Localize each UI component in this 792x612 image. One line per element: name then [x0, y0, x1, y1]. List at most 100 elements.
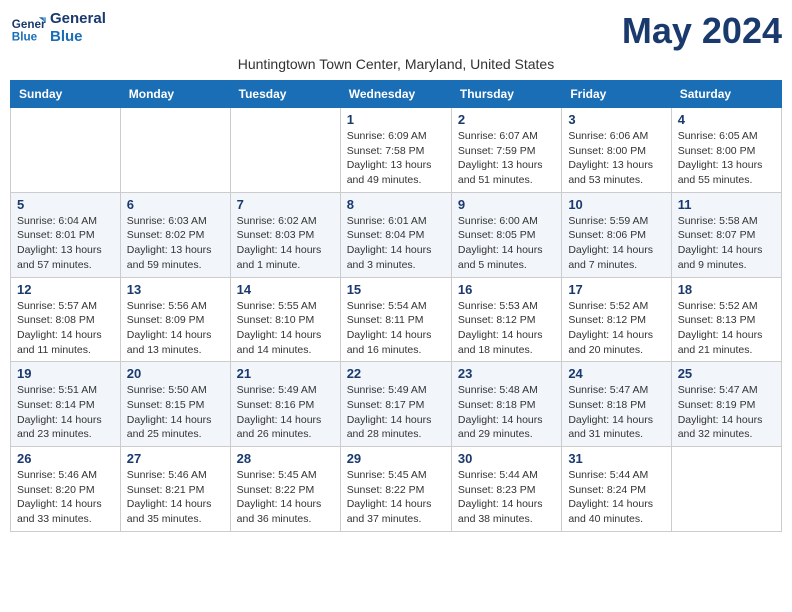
day-number: 6	[127, 197, 224, 212]
day-info: Sunrise: 5:49 AMSunset: 8:17 PMDaylight:…	[347, 383, 445, 442]
day-number: 24	[568, 366, 664, 381]
day-info: Sunrise: 5:53 AMSunset: 8:12 PMDaylight:…	[458, 299, 555, 358]
calendar-cell: 12Sunrise: 5:57 AMSunset: 8:08 PMDayligh…	[11, 277, 121, 362]
day-number: 16	[458, 282, 555, 297]
calendar-week-row: 19 Sunrise: 5:51 AMSunset: 8:14 PMDayligh…	[11, 362, 782, 447]
day-info: Sunrise: 5:47 AMSunset: 8:18 PMDaylight:…	[568, 383, 664, 442]
weekday-header-friday: Friday	[562, 81, 671, 108]
day-info: Sunrise: 5:57 AMSunset: 8:08 PMDaylight:…	[17, 299, 114, 358]
weekday-header-row: SundayMondayTuesdayWednesdayThursdayFrid…	[11, 81, 782, 108]
day-number: 4	[678, 112, 775, 127]
calendar-cell: 11 Sunrise: 5:58 AMSunset: 8:07 PMDayligh…	[671, 192, 781, 277]
day-info: Sunrise: 5:44 AMSunset: 8:23 PMDaylight:…	[458, 468, 555, 527]
calendar-cell: 6 Sunrise: 6:03 AMSunset: 8:02 PMDaylight…	[120, 192, 230, 277]
day-number: 30	[458, 451, 555, 466]
calendar-cell: 24 Sunrise: 5:47 AMSunset: 8:18 PMDayligh…	[562, 362, 671, 447]
day-number: 25	[678, 366, 775, 381]
weekday-header-monday: Monday	[120, 81, 230, 108]
day-number: 29	[347, 451, 445, 466]
calendar-cell: 8Sunrise: 6:01 AMSunset: 8:04 PMDaylight…	[340, 192, 451, 277]
calendar-cell: 5 Sunrise: 6:04 AMSunset: 8:01 PMDaylight…	[11, 192, 121, 277]
day-number: 18	[678, 282, 775, 297]
calendar-cell: 30 Sunrise: 5:44 AMSunset: 8:23 PMDayligh…	[451, 447, 561, 532]
day-info: Sunrise: 5:47 AMSunset: 8:19 PMDaylight:…	[678, 383, 775, 442]
svg-text:General: General	[12, 18, 46, 31]
day-info: Sunrise: 6:02 AMSunset: 8:03 PMDaylight:…	[237, 214, 334, 273]
day-number: 26	[17, 451, 114, 466]
day-number: 2	[458, 112, 555, 127]
weekday-header-wednesday: Wednesday	[340, 81, 451, 108]
day-info: Sunrise: 5:50 AMSunset: 8:15 PMDaylight:…	[127, 383, 224, 442]
day-info: Sunrise: 6:04 AMSunset: 8:01 PMDaylight:…	[17, 214, 114, 273]
calendar-cell	[120, 108, 230, 193]
calendar-cell: 26Sunrise: 5:46 AMSunset: 8:20 PMDayligh…	[11, 447, 121, 532]
day-number: 1	[347, 112, 445, 127]
calendar-cell: 25 Sunrise: 5:47 AMSunset: 8:19 PMDayligh…	[671, 362, 781, 447]
day-info: Sunrise: 6:03 AMSunset: 8:02 PMDaylight:…	[127, 214, 224, 273]
calendar-cell: 18 Sunrise: 5:52 AMSunset: 8:13 PMDayligh…	[671, 277, 781, 362]
day-info: Sunrise: 5:46 AMSunset: 8:21 PMDaylight:…	[127, 468, 224, 527]
calendar-body: 1 Sunrise: 6:09 AMSunset: 7:58 PMDaylight…	[11, 108, 782, 532]
day-number: 9	[458, 197, 555, 212]
calendar-cell: 4 Sunrise: 6:05 AMSunset: 8:00 PMDaylight…	[671, 108, 781, 193]
day-number: 10	[568, 197, 664, 212]
calendar-cell: 22 Sunrise: 5:49 AMSunset: 8:17 PMDayligh…	[340, 362, 451, 447]
day-number: 19	[17, 366, 114, 381]
calendar-cell	[11, 108, 121, 193]
calendar-cell: 31 Sunrise: 5:44 AMSunset: 8:24 PMDayligh…	[562, 447, 671, 532]
day-info: Sunrise: 5:44 AMSunset: 8:24 PMDaylight:…	[568, 468, 664, 527]
day-info: Sunrise: 6:06 AMSunset: 8:00 PMDaylight:…	[568, 129, 664, 188]
day-number: 28	[237, 451, 334, 466]
day-info: Sunrise: 6:09 AMSunset: 7:58 PMDaylight:…	[347, 129, 445, 188]
day-info: Sunrise: 6:05 AMSunset: 8:00 PMDaylight:…	[678, 129, 775, 188]
calendar-cell: 7Sunrise: 6:02 AMSunset: 8:03 PMDaylight…	[230, 192, 340, 277]
day-number: 21	[237, 366, 334, 381]
day-info: Sunrise: 5:56 AMSunset: 8:09 PMDaylight:…	[127, 299, 224, 358]
calendar-cell: 29 Sunrise: 5:45 AMSunset: 8:22 PMDayligh…	[340, 447, 451, 532]
calendar-cell: 3 Sunrise: 6:06 AMSunset: 8:00 PMDaylight…	[562, 108, 671, 193]
day-info: Sunrise: 6:01 AMSunset: 8:04 PMDaylight:…	[347, 214, 445, 273]
weekday-header-thursday: Thursday	[451, 81, 561, 108]
calendar-week-row: 26Sunrise: 5:46 AMSunset: 8:20 PMDayligh…	[11, 447, 782, 532]
day-number: 31	[568, 451, 664, 466]
day-info: Sunrise: 5:58 AMSunset: 8:07 PMDaylight:…	[678, 214, 775, 273]
logo-icon: General Blue	[10, 10, 46, 46]
day-info: Sunrise: 5:51 AMSunset: 8:14 PMDaylight:…	[17, 383, 114, 442]
calendar-cell: 19 Sunrise: 5:51 AMSunset: 8:14 PMDayligh…	[11, 362, 121, 447]
day-info: Sunrise: 6:07 AMSunset: 7:59 PMDaylight:…	[458, 129, 555, 188]
calendar-header: SundayMondayTuesdayWednesdayThursdayFrid…	[11, 81, 782, 108]
calendar-cell: 16 Sunrise: 5:53 AMSunset: 8:12 PMDayligh…	[451, 277, 561, 362]
day-info: Sunrise: 5:48 AMSunset: 8:18 PMDaylight:…	[458, 383, 555, 442]
day-number: 20	[127, 366, 224, 381]
calendar-cell: 13 Sunrise: 5:56 AMSunset: 8:09 PMDayligh…	[120, 277, 230, 362]
calendar-cell: 15 Sunrise: 5:54 AMSunset: 8:11 PMDayligh…	[340, 277, 451, 362]
day-number: 3	[568, 112, 664, 127]
weekday-header-sunday: Sunday	[11, 81, 121, 108]
logo-name-line1: General	[50, 10, 106, 28]
day-number: 22	[347, 366, 445, 381]
calendar-cell: 28Sunrise: 5:45 AMSunset: 8:22 PMDayligh…	[230, 447, 340, 532]
calendar-week-row: 12Sunrise: 5:57 AMSunset: 8:08 PMDayligh…	[11, 277, 782, 362]
calendar-cell: 20 Sunrise: 5:50 AMSunset: 8:15 PMDayligh…	[120, 362, 230, 447]
calendar-cell: 23 Sunrise: 5:48 AMSunset: 8:18 PMDayligh…	[451, 362, 561, 447]
day-number: 11	[678, 197, 775, 212]
calendar-cell	[230, 108, 340, 193]
day-number: 27	[127, 451, 224, 466]
day-info: Sunrise: 5:54 AMSunset: 8:11 PMDaylight:…	[347, 299, 445, 358]
location-subtitle: Huntingtown Town Center, Maryland, Unite…	[10, 56, 782, 72]
day-number: 23	[458, 366, 555, 381]
day-info: Sunrise: 5:52 AMSunset: 8:13 PMDaylight:…	[678, 299, 775, 358]
calendar-cell: 17Sunrise: 5:52 AMSunset: 8:12 PMDayligh…	[562, 277, 671, 362]
day-number: 5	[17, 197, 114, 212]
calendar-cell: 10Sunrise: 5:59 AMSunset: 8:06 PMDayligh…	[562, 192, 671, 277]
logo: General Blue General Blue	[10, 10, 106, 46]
calendar-cell: 9Sunrise: 6:00 AMSunset: 8:05 PMDaylight…	[451, 192, 561, 277]
calendar-cell: 1 Sunrise: 6:09 AMSunset: 7:58 PMDaylight…	[340, 108, 451, 193]
month-title: May 2024	[622, 10, 782, 52]
weekday-header-saturday: Saturday	[671, 81, 781, 108]
calendar-cell: 27 Sunrise: 5:46 AMSunset: 8:21 PMDayligh…	[120, 447, 230, 532]
day-number: 15	[347, 282, 445, 297]
day-number: 17	[568, 282, 664, 297]
day-info: Sunrise: 5:45 AMSunset: 8:22 PMDaylight:…	[347, 468, 445, 527]
day-number: 13	[127, 282, 224, 297]
